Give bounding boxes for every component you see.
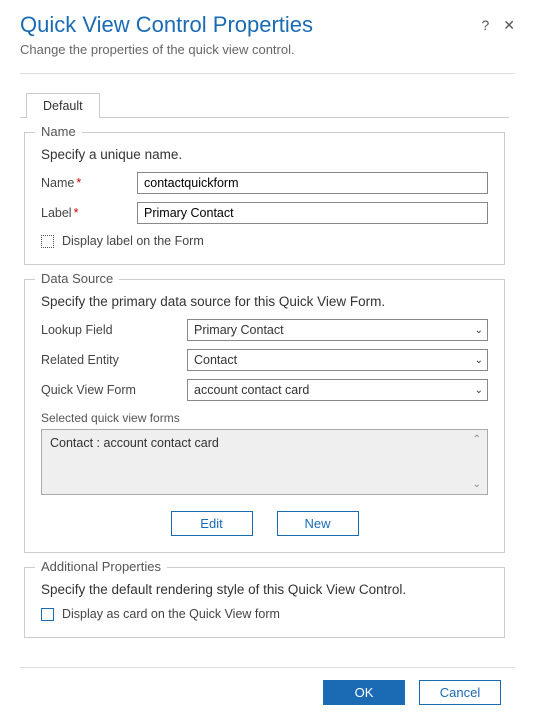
dialog-subtitle: Change the properties of the quick view … — [20, 42, 515, 57]
input-name[interactable] — [137, 172, 488, 194]
row-label: Label* — [41, 202, 488, 224]
select-qvf[interactable]: account contact card ⌄ — [187, 379, 488, 401]
content-scroll[interactable]: Default Name Specify a unique name. Name… — [20, 73, 515, 667]
checkbox-icon — [41, 608, 54, 621]
checkbox-display-label[interactable]: Display label on the Form — [41, 234, 488, 248]
checkbox-display-card-text: Display as card on the Quick View form — [62, 607, 280, 621]
row-related: Related Entity Contact ⌄ — [41, 349, 488, 371]
cancel-button[interactable]: Cancel — [419, 680, 501, 705]
name-hint: Specify a unique name. — [41, 147, 488, 162]
label-lookup: Lookup Field — [41, 323, 187, 337]
label-related: Related Entity — [41, 353, 187, 367]
fieldset-additional: Additional Properties Specify the defaul… — [24, 567, 505, 638]
tab-strip: Default — [20, 92, 509, 118]
ds-hint: Specify the primary data source for this… — [41, 294, 488, 309]
dialog-title: Quick View Control Properties — [20, 12, 313, 38]
checkbox-display-label-text: Display label on the Form — [62, 234, 204, 248]
select-lookup[interactable]: Primary Contact ⌄ — [187, 319, 488, 341]
chevron-down-icon: ⌄ — [473, 479, 481, 490]
row-lookup: Lookup Field Primary Contact ⌄ — [41, 319, 488, 341]
ok-button[interactable]: OK — [323, 680, 405, 705]
fieldset-data-source: Data Source Specify the primary data sou… — [24, 279, 505, 553]
select-qvf-value: account contact card — [194, 383, 309, 397]
ds-button-row: Edit New — [41, 511, 488, 536]
label-name: Name* — [41, 176, 137, 190]
listbox-selected-forms[interactable]: Contact : account contact card ⌃ ⌄ — [41, 429, 488, 495]
label-label: Label* — [41, 206, 137, 220]
chevron-down-icon: ⌄ — [475, 355, 483, 366]
chevron-down-icon: ⌄ — [475, 385, 483, 396]
header-actions: ? ✕ — [481, 18, 515, 32]
new-button[interactable]: New — [277, 511, 359, 536]
legend-data-source: Data Source — [35, 271, 119, 286]
legend-additional: Additional Properties — [35, 559, 167, 574]
legend-name: Name — [35, 124, 82, 139]
chevron-up-icon: ⌃ — [473, 434, 481, 445]
tab-default[interactable]: Default — [26, 93, 100, 118]
label-selected-forms: Selected quick view forms — [41, 411, 488, 425]
additional-hint: Specify the default rendering style of t… — [41, 582, 488, 597]
select-lookup-value: Primary Contact — [194, 323, 284, 337]
footer: OK Cancel — [20, 667, 515, 717]
chevron-down-icon: ⌄ — [475, 325, 483, 336]
select-related-value: Contact — [194, 353, 237, 367]
list-item[interactable]: Contact : account contact card — [50, 436, 479, 450]
header-row: Quick View Control Properties ? ✕ — [20, 12, 515, 38]
fieldset-name: Name Specify a unique name. Name* Label*… — [24, 132, 505, 265]
select-related[interactable]: Contact ⌄ — [187, 349, 488, 371]
row-qvf: Quick View Form account contact card ⌄ — [41, 379, 488, 401]
input-label[interactable] — [137, 202, 488, 224]
close-icon[interactable]: ✕ — [503, 18, 515, 32]
label-qvf: Quick View Form — [41, 383, 187, 397]
help-icon[interactable]: ? — [481, 18, 489, 32]
row-name: Name* — [41, 172, 488, 194]
checkbox-icon — [41, 235, 54, 248]
edit-button[interactable]: Edit — [171, 511, 253, 536]
dialog-root: Quick View Control Properties ? ✕ Change… — [0, 0, 535, 717]
checkbox-display-card[interactable]: Display as card on the Quick View form — [41, 607, 488, 621]
